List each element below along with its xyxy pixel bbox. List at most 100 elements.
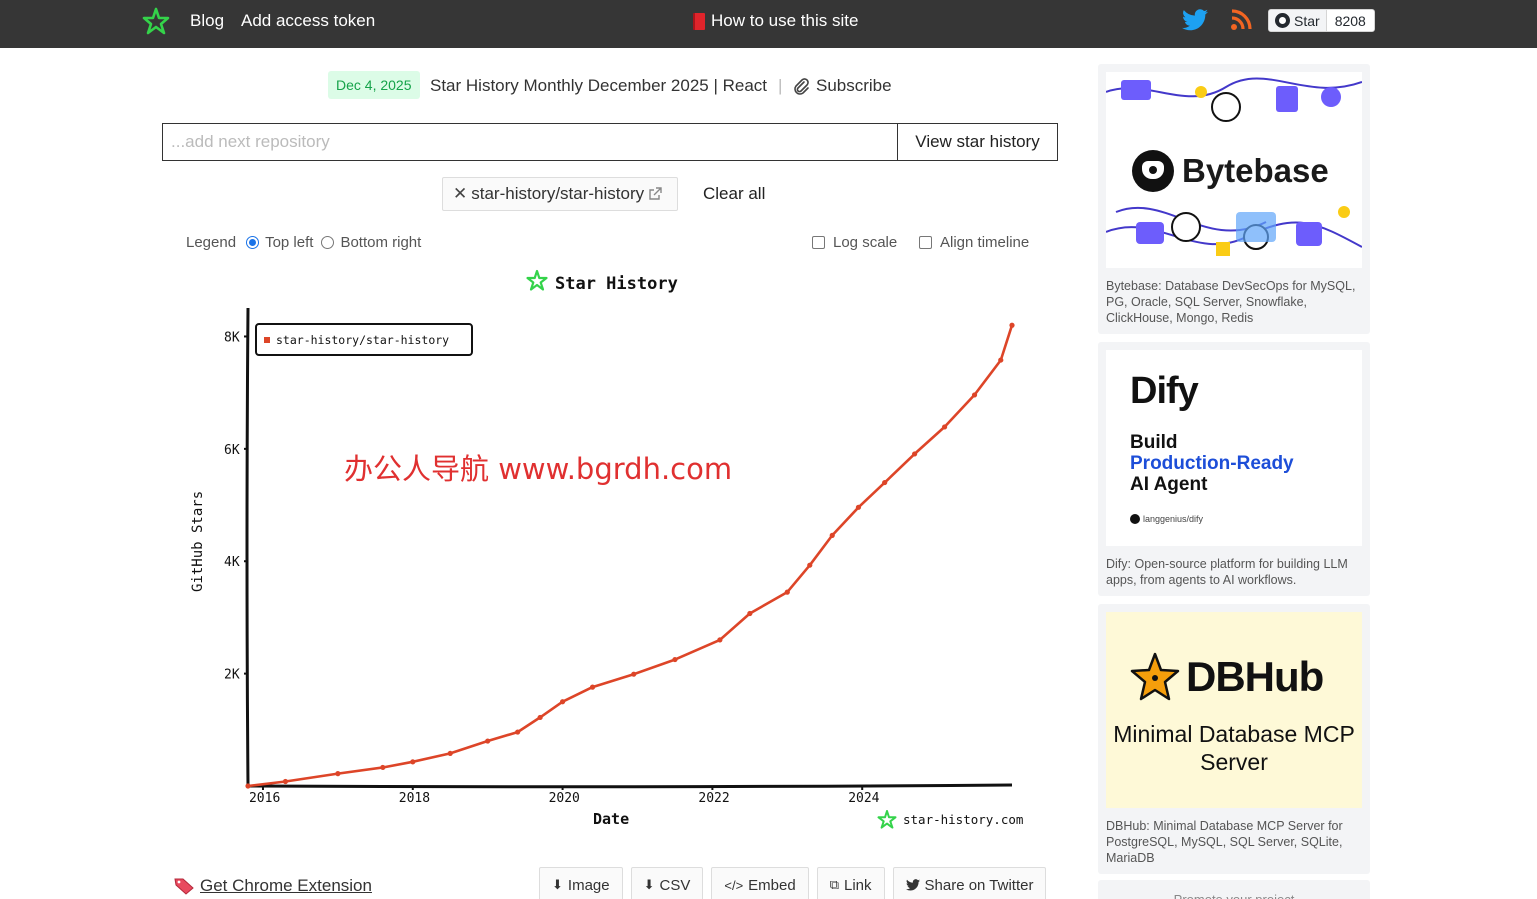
dbhub-banner[interactable]: DBHub Minimal Database MCP Server: [1106, 612, 1362, 808]
bytebase-caption[interactable]: Bytebase: Database DevSecOps for MySQL, …: [1106, 278, 1362, 326]
data-point: [410, 759, 416, 765]
legend-bottom-right-label[interactable]: Bottom right: [340, 234, 421, 251]
align-timeline-checkbox[interactable]: [919, 236, 932, 249]
x-tick-label: 2022: [698, 791, 729, 806]
sponsor-card-dbhub[interactable]: DBHub Minimal Database MCP Server DBHub:…: [1098, 604, 1370, 874]
data-point: [282, 778, 289, 785]
log-scale-label[interactable]: Log scale: [833, 234, 897, 251]
announcement-separator: |: [778, 76, 783, 95]
announcement-date-badge: Dec 4, 2025: [328, 71, 420, 99]
chart-watermark: star-history.com: [877, 810, 1023, 829]
book-icon: [693, 12, 705, 30]
nav-how-to-link[interactable]: How to use this site: [693, 11, 858, 31]
dify-banner[interactable]: Dify Build Production-Ready AI Agent lan…: [1106, 350, 1362, 546]
chrome-extension-link[interactable]: Get Chrome Extension: [174, 876, 372, 896]
csv-button-label: CSV: [659, 876, 691, 894]
sponsor-card-dify[interactable]: Dify Build Production-Ready AI Agent lan…: [1098, 342, 1370, 596]
data-point: [717, 637, 723, 643]
x-tick-label: 2024: [848, 791, 879, 806]
github-star-label: Star: [1294, 12, 1320, 29]
dify-headline-3: AI Agent: [1130, 474, 1208, 495]
twitter-icon[interactable]: [1182, 8, 1208, 32]
github-icon: [1275, 13, 1290, 28]
subscribe-link[interactable]: Subscribe: [792, 76, 892, 96]
y-tick-label: 2K: [224, 668, 240, 683]
nav-blog-link[interactable]: Blog: [190, 11, 224, 31]
y-tick-label: 6K: [224, 443, 240, 458]
data-point: [672, 656, 678, 663]
bytebase-brand-name: Bytebase: [1182, 152, 1329, 189]
chart-title-group: Star History: [526, 269, 678, 294]
chart-legend: star-history/star-history: [255, 323, 473, 356]
download-icon: ⬇: [643, 877, 655, 892]
watermark-star-icon: [877, 810, 897, 829]
view-star-history-button[interactable]: View star history: [897, 124, 1057, 160]
link-button-label: Link: [843, 876, 872, 894]
data-point: [515, 729, 521, 735]
embed-button[interactable]: </> Embed: [711, 867, 809, 899]
dbhub-wordmark: DBHub: [1130, 652, 1324, 702]
log-scale-option[interactable]: Log scale: [812, 234, 897, 251]
rss-icon[interactable]: [1229, 8, 1253, 32]
external-link-icon[interactable]: [648, 187, 662, 201]
embed-button-label: Embed: [748, 876, 796, 894]
dify-headline-2: Production-Ready: [1130, 453, 1294, 474]
copy-icon: ⧉: [829, 877, 839, 892]
legend-top-left-label[interactable]: Top left: [265, 234, 313, 251]
data-point: [380, 764, 386, 771]
log-scale-checkbox[interactable]: [812, 236, 825, 249]
repo-chip-label[interactable]: star-history/star-history: [471, 184, 644, 204]
legend-options: Legend Top left Bottom right: [186, 234, 421, 251]
chart-series: [245, 322, 1015, 789]
remove-repo-icon[interactable]: ✕: [453, 184, 467, 204]
watermark-text: star-history.com: [903, 812, 1023, 827]
x-tick-label: 2018: [399, 791, 430, 806]
dify-headline: Build Production-Ready AI Agent: [1130, 432, 1294, 495]
dbhub-caption[interactable]: DBHub: Minimal Database MCP Server for P…: [1106, 818, 1362, 866]
dify-repo: langgenius/dify: [1130, 514, 1203, 524]
tag-icon: [174, 878, 194, 895]
github-star-button[interactable]: Star 8208: [1268, 9, 1375, 32]
legend-top-left-radio[interactable]: [246, 236, 260, 249]
data-point: [747, 610, 753, 617]
star-history-logo-icon[interactable]: [142, 7, 170, 35]
legend-swatch: [264, 337, 270, 343]
data-point: [912, 451, 918, 457]
dify-caption[interactable]: Dify: Open-source platform for building …: [1106, 556, 1362, 588]
top-navbar: Blog Add access token How to use this si…: [0, 0, 1537, 48]
image-button-label: Image: [567, 876, 610, 894]
bytebase-wordmark: Bytebase: [1132, 150, 1329, 192]
legend-label: Legend: [186, 234, 237, 251]
data-point: [485, 738, 491, 744]
star-history-chart: Star History GitHub Stars Date 2K4K6K8K2…: [190, 269, 1023, 829]
x-axis-line: [247, 783, 1013, 789]
repo-chip[interactable]: ✕ star-history/star-history: [442, 177, 678, 211]
align-timeline-label[interactable]: Align timeline: [940, 234, 1029, 251]
bytebase-banner[interactable]: Bytebase: [1106, 72, 1362, 268]
data-point: [807, 562, 813, 568]
github-icon: [1130, 514, 1140, 524]
align-timeline-option[interactable]: Align timeline: [919, 234, 1029, 251]
share-twitter-button[interactable]: Share on Twitter: [892, 867, 1047, 899]
github-star-count[interactable]: 8208: [1326, 10, 1374, 31]
data-point: [559, 699, 566, 705]
copy-link-button[interactable]: ⧉ Link: [816, 867, 885, 899]
legend-bottom-right-radio[interactable]: [321, 236, 335, 249]
data-point: [537, 714, 543, 721]
x-axis-label: Date: [593, 810, 629, 828]
download-csv-button[interactable]: ⬇ CSV: [630, 867, 704, 899]
promote-project-card[interactable]: Promote your project: [1098, 880, 1370, 899]
sponsor-card-bytebase[interactable]: Bytebase Bytebase: Database DevSecOps fo…: [1098, 64, 1370, 334]
dbhub-brand-name: DBHub: [1186, 653, 1324, 700]
y-axis-label: GitHub Stars: [190, 491, 206, 592]
repository-search-input[interactable]: [163, 124, 897, 160]
dify-headline-1: Build: [1130, 432, 1178, 453]
data-point: [855, 504, 862, 510]
announcement-link[interactable]: Star History Monthly December 2025 | Rea…: [430, 76, 767, 96]
clear-all-button[interactable]: Clear all: [703, 184, 765, 204]
y-tick-label: 8K: [224, 330, 240, 345]
download-image-button[interactable]: ⬇ Image: [539, 867, 623, 899]
subscribe-label: Subscribe: [816, 76, 892, 95]
starfish-icon: [1130, 652, 1180, 701]
nav-add-token-link[interactable]: Add access token: [241, 11, 375, 31]
